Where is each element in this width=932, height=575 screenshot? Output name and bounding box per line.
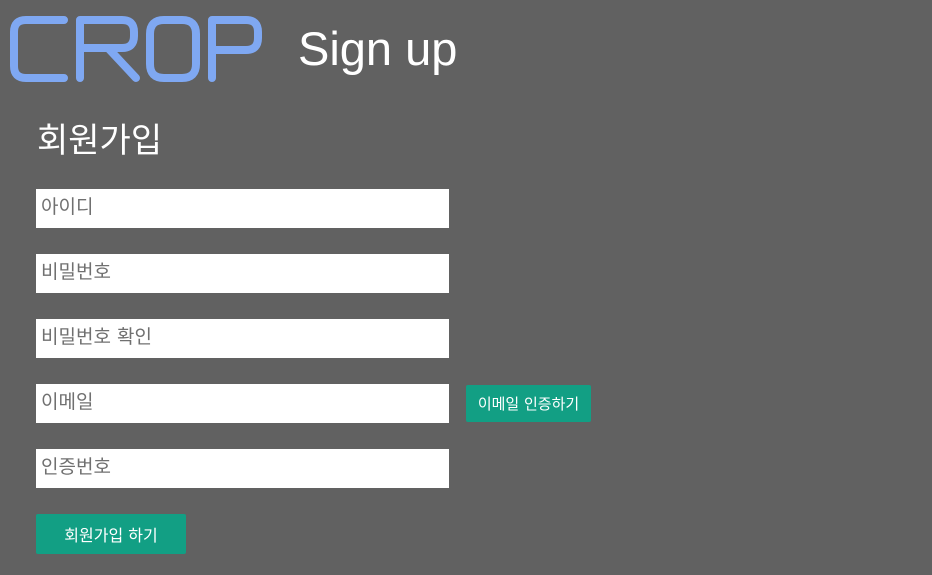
verification-code-input[interactable] (36, 449, 449, 488)
verify-email-button[interactable]: 이메일 인증하기 (466, 385, 591, 422)
password-input[interactable] (36, 254, 449, 293)
email-input[interactable] (36, 384, 449, 423)
page-title: Sign up (298, 22, 458, 75)
signup-submit-button[interactable]: 회원가입 하기 (36, 514, 186, 554)
password-confirm-input[interactable] (36, 319, 449, 358)
crop-logo (10, 14, 262, 84)
signup-heading: 회원가입 (37, 121, 163, 161)
username-input[interactable] (36, 189, 449, 228)
